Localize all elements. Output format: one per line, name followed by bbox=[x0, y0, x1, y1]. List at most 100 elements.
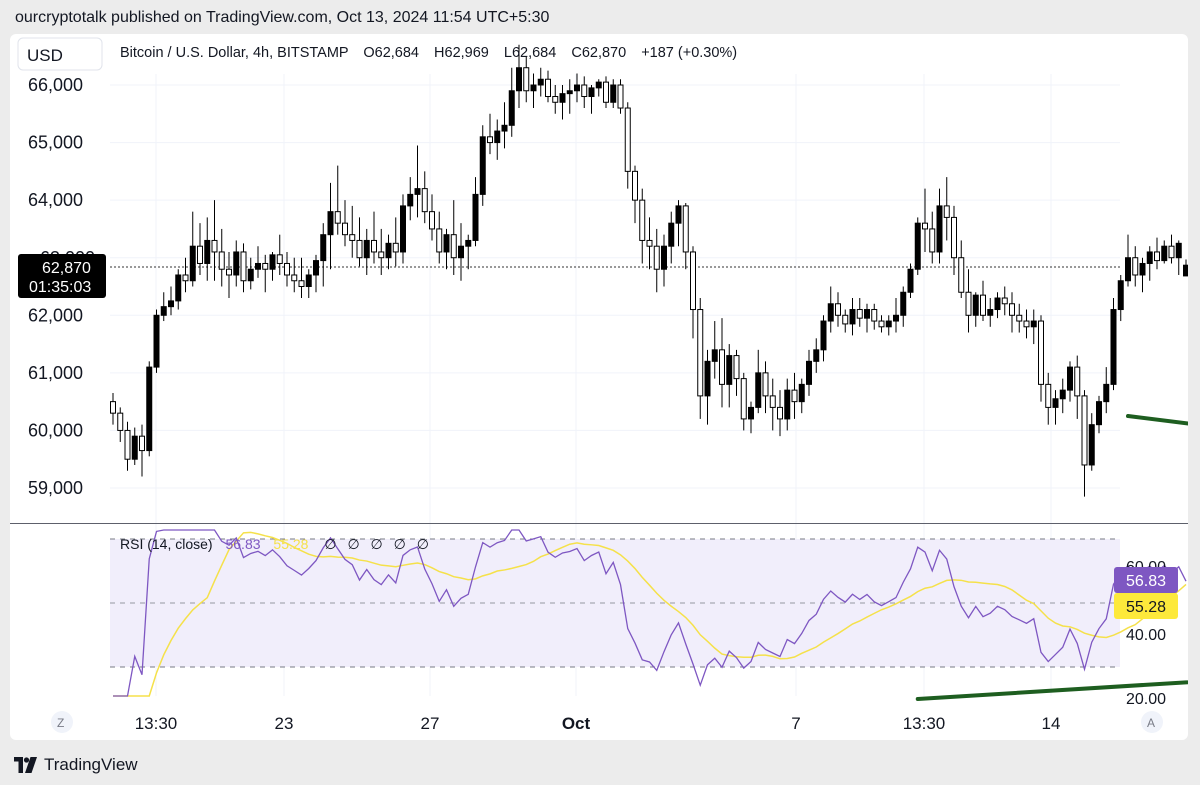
candle bbox=[559, 85, 566, 120]
candle-body bbox=[603, 81, 609, 103]
time-label-oct: Oct bbox=[562, 714, 591, 733]
footer: TradingView bbox=[14, 754, 138, 776]
candle bbox=[1030, 309, 1037, 345]
chart-svg[interactable]: 63,000 66,00065,00064,00062,00061,00060,… bbox=[10, 34, 1188, 740]
candle bbox=[784, 378, 791, 431]
candles-group bbox=[110, 44, 1188, 497]
candle bbox=[146, 361, 153, 457]
candle bbox=[276, 234, 283, 275]
candle-body bbox=[653, 245, 660, 270]
candle-body bbox=[1117, 280, 1124, 311]
time-label-1330b: 13:30 bbox=[903, 714, 946, 733]
candle bbox=[247, 257, 254, 290]
candle bbox=[566, 79, 573, 114]
candle-body bbox=[559, 93, 566, 103]
chart-panel[interactable]: 63,000 66,00065,00064,00062,00061,00060,… bbox=[10, 34, 1188, 740]
rsi-pane[interactable] bbox=[110, 529, 1188, 701]
price-axis-label-66000: 66,000 bbox=[28, 75, 83, 95]
candle bbox=[1132, 246, 1139, 287]
z-button[interactable]: Z bbox=[57, 716, 64, 730]
candle bbox=[189, 211, 196, 287]
candle-body bbox=[501, 124, 508, 132]
candle bbox=[349, 205, 356, 258]
price-axis-label-64000: 64,000 bbox=[28, 190, 83, 210]
candle-body bbox=[1016, 314, 1023, 322]
candle bbox=[769, 378, 776, 431]
publish-info: ourcryptotalk published on TradingView.c… bbox=[15, 9, 550, 26]
candle-body bbox=[392, 242, 399, 253]
candle bbox=[378, 228, 385, 275]
candle bbox=[798, 378, 805, 414]
candle-body bbox=[690, 251, 696, 311]
candle-body bbox=[1146, 251, 1153, 264]
candle bbox=[320, 223, 327, 287]
candle bbox=[124, 421, 131, 471]
candle bbox=[827, 286, 834, 333]
candle-body bbox=[893, 314, 899, 322]
candle-body bbox=[131, 435, 138, 460]
candle bbox=[1023, 309, 1030, 339]
candle-body bbox=[1110, 309, 1117, 385]
candle-body bbox=[175, 274, 182, 302]
candle bbox=[269, 251, 276, 281]
rsi-axis-label-40: 40.00 bbox=[1126, 627, 1166, 644]
currency-button[interactable]: USD bbox=[27, 46, 63, 65]
legend-symbol: Bitcoin / U.S. Dollar, 4h, BITSTAMP bbox=[120, 45, 348, 61]
candle bbox=[291, 257, 298, 293]
candle-body bbox=[153, 314, 160, 368]
candle-body bbox=[110, 401, 116, 414]
candle-body bbox=[182, 274, 189, 282]
candle-body bbox=[1154, 251, 1160, 262]
time-axis[interactable]: Z 13:30 23 27 Oct 7 13:30 14 A bbox=[51, 711, 1163, 733]
legend-open: O62,684 bbox=[363, 45, 419, 61]
candle bbox=[987, 298, 994, 327]
candle bbox=[972, 292, 979, 327]
candle bbox=[965, 269, 972, 333]
candle-body bbox=[320, 234, 327, 262]
candle bbox=[1161, 240, 1168, 264]
candle-body bbox=[371, 239, 377, 253]
candle bbox=[1146, 246, 1153, 281]
candle-body bbox=[465, 239, 472, 247]
candle-body bbox=[1038, 320, 1044, 385]
candle-body bbox=[537, 78, 544, 86]
candle-body bbox=[697, 309, 704, 397]
price-axis-label-59000: 59,000 bbox=[28, 478, 83, 498]
candle-body bbox=[247, 268, 254, 282]
candle bbox=[893, 298, 899, 333]
time-label-14: 14 bbox=[1042, 714, 1061, 733]
candle-body bbox=[1009, 303, 1015, 316]
candle-body bbox=[704, 360, 711, 397]
candle bbox=[951, 205, 957, 275]
candle bbox=[160, 292, 167, 322]
candle-body bbox=[146, 366, 153, 452]
tradingview-logo-icon[interactable] bbox=[14, 757, 38, 773]
candle bbox=[885, 315, 892, 336]
candle-body bbox=[588, 87, 595, 98]
candle-body bbox=[1125, 257, 1131, 282]
candle-body bbox=[523, 67, 530, 92]
candle bbox=[639, 188, 646, 264]
price-pane[interactable] bbox=[110, 44, 1188, 497]
candle bbox=[1009, 292, 1015, 333]
candle-body bbox=[755, 372, 762, 408]
candle bbox=[675, 200, 682, 247]
candle-body bbox=[581, 84, 588, 98]
rsi-legend-symbol-2: ∅ bbox=[347, 536, 359, 552]
rsi-legend: RSI (14, close) 56.83 55.28 ∅ ∅ ∅ ∅ ∅ bbox=[120, 536, 429, 552]
candle bbox=[595, 79, 602, 97]
footer-brand[interactable]: TradingView bbox=[44, 755, 138, 775]
candle-body bbox=[508, 90, 515, 126]
candle-body bbox=[458, 245, 464, 259]
a-button[interactable]: A bbox=[1147, 716, 1155, 730]
price-axis-label-65000: 65,000 bbox=[28, 133, 83, 153]
current-price-label: 62,870 bbox=[42, 260, 91, 277]
candle-body bbox=[885, 320, 892, 328]
candle-body bbox=[943, 205, 950, 218]
candle-body bbox=[922, 222, 928, 230]
candle bbox=[211, 200, 218, 281]
candle-body bbox=[400, 205, 406, 253]
candle-body bbox=[1081, 395, 1088, 466]
candle bbox=[545, 70, 551, 103]
candle-body bbox=[298, 280, 305, 288]
